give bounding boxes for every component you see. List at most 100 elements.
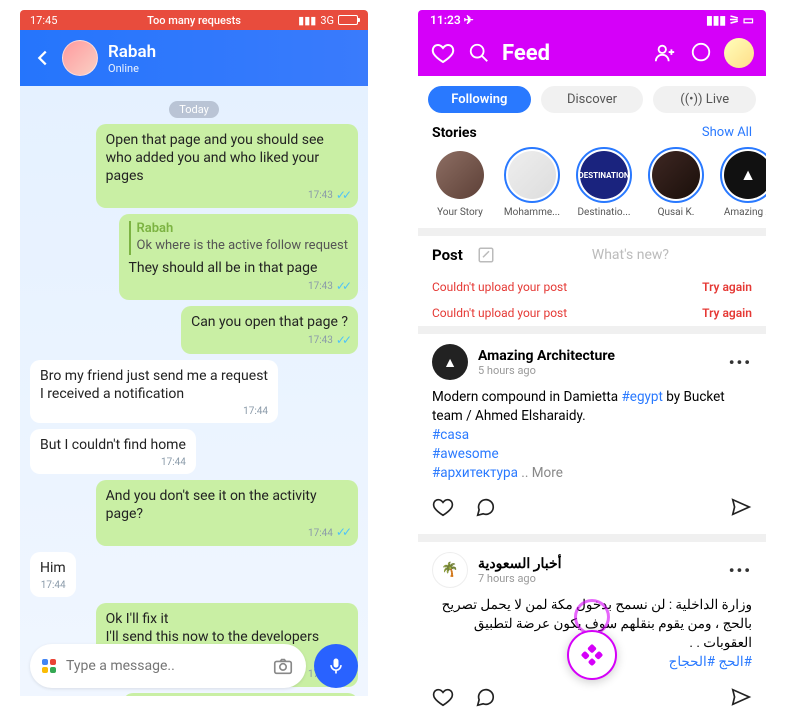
post-author-info[interactable]: أخبار السعودية 7 hours ago xyxy=(478,556,719,585)
like-icon[interactable] xyxy=(432,496,454,518)
chat-icon[interactable] xyxy=(688,40,714,66)
feed-tabs: Following Discover ((•)) Live xyxy=(418,76,766,123)
message-text-field[interactable] xyxy=(66,658,262,674)
error-msg: Couldn't upload your post xyxy=(432,306,567,320)
compose-row[interactable]: Post What's new? xyxy=(418,236,766,274)
add-user-icon[interactable] xyxy=(652,40,678,66)
story-item[interactable]: Your Story xyxy=(428,147,492,218)
post-author-info[interactable]: Amazing Architecture 5 hours ago xyxy=(478,348,719,377)
contact-avatar[interactable] xyxy=(62,40,98,76)
message-bubble: Open that page and you should see who ad… xyxy=(96,124,358,208)
message-bubble: But I couldn't find home 17:44 xyxy=(30,429,196,474)
hashtag[interactable]: #casa xyxy=(432,427,469,443)
hashtag[interactable]: #архитектура xyxy=(432,465,518,481)
message-meta: 17:44✓✓ xyxy=(106,525,348,541)
message-text: Open that page and you should see who ad… xyxy=(106,131,348,186)
story-item[interactable]: ▲Amazing A xyxy=(716,147,766,218)
message-text: Him xyxy=(40,559,66,577)
chat-app: 17:45 Too many requests ▮▮▮ 3G Rabah Onl… xyxy=(20,10,368,710)
post-author: Amazing Architecture xyxy=(478,348,719,364)
message-bubble: Bro my friend just send me a request I r… xyxy=(30,360,278,423)
post-more-button[interactable]: ••• xyxy=(729,561,752,580)
battery-icon xyxy=(338,15,358,25)
compose-hint: What's new? xyxy=(509,247,752,263)
message-meta: 17:43✓✓ xyxy=(191,333,348,349)
message-row[interactable]: It should show on the activity page17:45… xyxy=(30,690,358,696)
status-right: ▮▮▮ 3G xyxy=(298,14,358,27)
mic-button[interactable] xyxy=(314,644,358,688)
message-meta: 17:44 xyxy=(40,405,268,418)
camera-icon[interactable] xyxy=(272,655,294,677)
status-bar: 11:23 ✈ ▮▮▮ ⚞ ▭ xyxy=(418,10,766,30)
apps-icon[interactable] xyxy=(42,659,56,673)
message-row[interactable]: Bro my friend just send me a request I r… xyxy=(30,357,358,426)
stories-row[interactable]: Your StoryMohamme...DESTINATIONDestinati… xyxy=(418,147,766,228)
comment-icon[interactable] xyxy=(474,496,496,518)
story-item[interactable]: Qusai K. xyxy=(644,147,708,218)
status-title: Too many requests xyxy=(147,14,241,27)
contact-info[interactable]: Rabah Online xyxy=(108,42,156,75)
status-time: 11:23 xyxy=(430,13,461,27)
hashtag[interactable]: #awesome xyxy=(432,446,499,462)
date-chip: Today xyxy=(30,98,358,117)
post-actions xyxy=(432,490,752,528)
more-link[interactable]: .. More xyxy=(518,465,563,481)
status-right: ▮▮▮ ⚞ ▭ xyxy=(706,13,754,27)
status-bar: 17:45 Too many requests ▮▮▮ 3G xyxy=(20,10,368,30)
contact-status: Online xyxy=(108,62,156,75)
profile-avatar[interactable] xyxy=(724,38,754,68)
reply-reference: RabahOk where is the active follow reque… xyxy=(129,221,349,255)
feed-tab[interactable]: Following xyxy=(428,86,531,113)
message-bubble: And you don't see it on the activity pag… xyxy=(96,480,358,546)
feed-app: 11:23 ✈ ▮▮▮ ⚞ ▭ Feed FollowingDiscover((… xyxy=(418,10,766,710)
compose-icon[interactable] xyxy=(477,246,495,264)
retry-button[interactable]: Try again xyxy=(702,280,752,294)
story-item[interactable]: DESTINATIONDestinatio... xyxy=(572,147,636,218)
post-avatar[interactable]: 🌴 xyxy=(432,552,468,588)
message-bubble: Him 17:44 xyxy=(30,552,76,597)
share-icon[interactable] xyxy=(730,686,752,708)
upload-error: Couldn't upload your postTry again xyxy=(418,274,766,300)
message-row[interactable]: RabahOk where is the active follow reque… xyxy=(30,211,358,303)
post-avatar[interactable]: ▲ xyxy=(432,344,468,380)
signal-icon: ▮▮▮ xyxy=(298,14,316,27)
compose-label: Post xyxy=(432,246,463,264)
hashtag[interactable]: #الحج #الحجاج xyxy=(669,654,752,670)
message-text: They should all be in that page xyxy=(129,259,349,277)
fab-button[interactable] xyxy=(567,630,617,680)
message-text: Can you open that page ? xyxy=(191,313,348,331)
divider xyxy=(418,534,766,542)
upload-error: Couldn't upload your post Try again xyxy=(418,300,766,326)
post-time: 7 hours ago xyxy=(478,572,719,585)
message-row[interactable]: And you don't see it on the activity pag… xyxy=(30,477,358,549)
feed-tab[interactable]: ((•)) Live xyxy=(653,86,756,113)
post-more-button[interactable]: ••• xyxy=(729,353,752,372)
message-bubble: Can you open that page ? 17:43✓✓ xyxy=(181,306,358,354)
back-button[interactable] xyxy=(32,47,52,69)
message-row[interactable]: Can you open that page ? 17:43✓✓ xyxy=(30,303,358,357)
message-row[interactable]: Open that page and you should see who ad… xyxy=(30,121,358,211)
message-row[interactable]: But I couldn't find home 17:44 xyxy=(30,426,358,477)
like-icon[interactable] xyxy=(432,686,454,708)
feed-tab[interactable]: Discover xyxy=(541,86,644,113)
share-icon[interactable] xyxy=(730,496,752,518)
comment-icon[interactable] xyxy=(474,686,496,708)
hashtag[interactable]: #egypt xyxy=(621,389,662,405)
retry-button[interactable]: Try again xyxy=(702,306,752,320)
message-row[interactable]: Him 17:44 xyxy=(30,549,358,600)
heart-icon[interactable] xyxy=(430,40,456,66)
stories-show-all[interactable]: Show All xyxy=(702,125,752,141)
story-item[interactable]: Mohamme... xyxy=(500,147,564,218)
post-body: Modern compound in Damietta #egypt by Bu… xyxy=(432,380,752,490)
chat-body[interactable]: Today Open that page and you should see … xyxy=(20,86,368,696)
post-time: 5 hours ago xyxy=(478,364,719,377)
search-icon[interactable] xyxy=(466,40,492,66)
message-meta: 17:44 xyxy=(40,579,66,592)
message-text: Bro my friend just send me a request I r… xyxy=(40,367,268,403)
input-bar xyxy=(30,644,358,688)
message-input[interactable] xyxy=(30,644,306,688)
message-text: But I couldn't find home xyxy=(40,436,186,454)
chat-header: Rabah Online xyxy=(20,30,368,86)
message-meta: 17:44 xyxy=(40,456,186,469)
divider xyxy=(418,326,766,334)
